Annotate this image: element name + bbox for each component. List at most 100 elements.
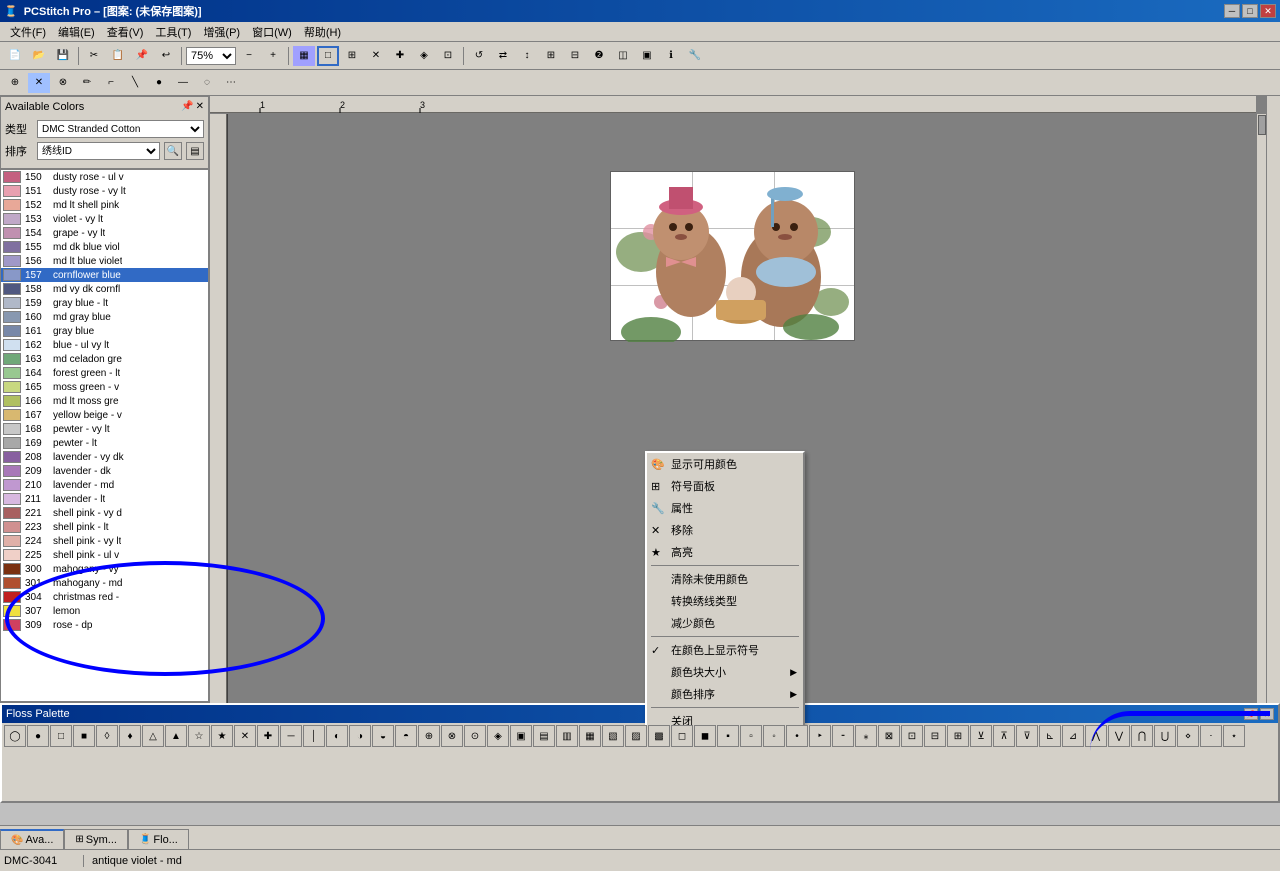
- color-list-item[interactable]: 158 md vy dk cornfl: [1, 282, 208, 296]
- tab-available[interactable]: 🎨 Ava...: [0, 829, 64, 849]
- color-list-item[interactable]: 225 shell pink - ul v: [1, 548, 208, 562]
- menu-help[interactable]: 帮助(H): [298, 22, 347, 42]
- floss-symbol-button[interactable]: ▪: [717, 725, 739, 747]
- color-list-item[interactable]: 307 lemon: [1, 604, 208, 618]
- floss-symbol-button[interactable]: ⊠: [878, 725, 900, 747]
- floss-symbol-button[interactable]: ⊗: [441, 725, 463, 747]
- ctx-highlight[interactable]: ★ 高亮: [647, 541, 803, 563]
- ctx-remove[interactable]: ✕ 移除: [647, 519, 803, 541]
- color-list-item[interactable]: 159 gray blue - lt: [1, 296, 208, 310]
- floss-close-button[interactable]: ✕: [1260, 708, 1274, 720]
- tool17[interactable]: 🔧: [684, 46, 706, 66]
- zoom-out-button[interactable]: −: [238, 46, 260, 66]
- tab-symbols[interactable]: ⊞ Sym...: [64, 829, 128, 849]
- order-select[interactable]: 绣线ID: [37, 142, 160, 160]
- floss-pin-button[interactable]: 📌: [1244, 708, 1258, 720]
- tool10[interactable]: ↕: [516, 46, 538, 66]
- tool9[interactable]: ⇄: [492, 46, 514, 66]
- tool13[interactable]: ❷: [588, 46, 610, 66]
- ctx-properties[interactable]: 🔧 属性: [647, 497, 803, 519]
- tool15[interactable]: ▣: [636, 46, 658, 66]
- floss-symbol-button[interactable]: ◻: [671, 725, 693, 747]
- color-list-item[interactable]: 208 lavender - vy dk: [1, 450, 208, 464]
- color-list-item[interactable]: 155 md dk blue viol: [1, 240, 208, 254]
- zoom-in-button[interactable]: +: [262, 46, 284, 66]
- menu-view[interactable]: 查看(V): [101, 22, 150, 42]
- color-list-item[interactable]: 150 dusty rose - ul v: [1, 170, 208, 184]
- ctx-show-symbols[interactable]: ✓ 在颜色上显示符号: [647, 639, 803, 661]
- color-list-item[interactable]: 162 blue - ul vy lt: [1, 338, 208, 352]
- floss-symbol-button[interactable]: ◊: [96, 725, 118, 747]
- tab-floss[interactable]: 🧵 Flo...: [128, 829, 189, 849]
- draw-tool5[interactable]: ⌐: [100, 73, 122, 93]
- color-list-item[interactable]: 163 md celadon gre: [1, 352, 208, 366]
- floss-symbol-button[interactable]: │: [303, 725, 325, 747]
- floss-symbol-button[interactable]: ‣: [809, 725, 831, 747]
- floss-symbol-button[interactable]: ◈: [487, 725, 509, 747]
- floss-symbol-button[interactable]: ■: [73, 725, 95, 747]
- floss-symbol-button[interactable]: ▥: [556, 725, 578, 747]
- draw-tool10[interactable]: ⋯: [220, 73, 242, 93]
- options-button[interactable]: ▤: [186, 142, 204, 160]
- floss-symbol-button[interactable]: ⊞: [947, 725, 969, 747]
- color-list-item[interactable]: 210 lavender - md: [1, 478, 208, 492]
- floss-symbol-button[interactable]: ⊡: [901, 725, 923, 747]
- ctx-block-size[interactable]: 颜色块大小: [647, 661, 803, 683]
- floss-symbol-button[interactable]: ▦: [579, 725, 601, 747]
- canvas-area[interactable]: 1 2 3: [210, 96, 1266, 725]
- search-color-button[interactable]: 🔍: [164, 142, 182, 160]
- menu-edit[interactable]: 编辑(E): [52, 22, 101, 42]
- color-list-item[interactable]: 209 lavender - dk: [1, 464, 208, 478]
- floss-symbol-button[interactable]: ♦: [119, 725, 141, 747]
- draw-tool6[interactable]: ╲: [124, 73, 146, 93]
- floss-symbol-button[interactable]: ⋀: [1085, 725, 1107, 747]
- floss-symbol-button[interactable]: ⊿: [1062, 725, 1084, 747]
- color-list-item[interactable]: 161 gray blue: [1, 324, 208, 338]
- floss-symbol-button[interactable]: ⁃: [832, 725, 854, 747]
- color-list-item[interactable]: 309 rose - dp: [1, 618, 208, 632]
- floss-symbol-button[interactable]: ⋅: [1200, 725, 1222, 747]
- floss-symbol-button[interactable]: •: [786, 725, 808, 747]
- select-button[interactable]: □: [317, 46, 339, 66]
- color-list-item[interactable]: 165 moss green - v: [1, 380, 208, 394]
- floss-symbol-button[interactable]: ⋄: [1177, 725, 1199, 747]
- floss-symbol-button[interactable]: ⁎: [855, 725, 877, 747]
- tool8[interactable]: ↺: [468, 46, 490, 66]
- color-list-item[interactable]: 151 dusty rose - vy lt: [1, 184, 208, 198]
- ctx-color-sort[interactable]: 颜色排序: [647, 683, 803, 705]
- type-select[interactable]: DMC Stranded Cotton: [37, 120, 204, 138]
- color-list-item[interactable]: 223 shell pink - lt: [1, 520, 208, 534]
- copy-button[interactable]: 📋: [107, 46, 129, 66]
- floss-symbol-button[interactable]: △: [142, 725, 164, 747]
- floss-symbol-button[interactable]: ☆: [188, 725, 210, 747]
- color-list-item[interactable]: 153 violet - vy lt: [1, 212, 208, 226]
- tool11[interactable]: ⊞: [540, 46, 562, 66]
- color-list-item[interactable]: 304 christmas red -: [1, 590, 208, 604]
- floss-symbol-button[interactable]: ◑: [349, 725, 371, 747]
- tool12[interactable]: ⊟: [564, 46, 586, 66]
- floss-symbol-button[interactable]: ▨: [625, 725, 647, 747]
- minimize-button[interactable]: ─: [1224, 4, 1240, 18]
- color-list-item[interactable]: 300 mahogany - vy: [1, 562, 208, 576]
- floss-symbol-button[interactable]: ◯: [4, 725, 26, 747]
- floss-symbol-button[interactable]: ✕: [234, 725, 256, 747]
- menu-enhance[interactable]: 增强(P): [197, 22, 246, 42]
- color-list-item[interactable]: 156 md lt blue violet: [1, 254, 208, 268]
- floss-symbol-button[interactable]: ⊼: [993, 725, 1015, 747]
- floss-symbol-button[interactable]: ▲: [165, 725, 187, 747]
- floss-symbol-button[interactable]: ▩: [648, 725, 670, 747]
- close-panel-icon[interactable]: ✕: [196, 101, 204, 112]
- draw-tool3[interactable]: ⊗: [52, 73, 74, 93]
- floss-symbol-button[interactable]: ▫: [740, 725, 762, 747]
- ctx-convert-type[interactable]: 转换绣线类型: [647, 590, 803, 612]
- floss-symbol-button[interactable]: ─: [280, 725, 302, 747]
- floss-symbol-button[interactable]: ⋃: [1154, 725, 1176, 747]
- maximize-button[interactable]: □: [1242, 4, 1258, 18]
- draw-tool7[interactable]: ●: [148, 73, 170, 93]
- draw-tool4[interactable]: ✏: [76, 73, 98, 93]
- draw-tool2[interactable]: ✕: [28, 73, 50, 93]
- ctx-clear-unused[interactable]: 清除未使用颜色: [647, 568, 803, 590]
- ctx-close[interactable]: 关闭: [647, 710, 803, 725]
- menu-file[interactable]: 文件(F): [4, 22, 52, 42]
- floss-symbol-button[interactable]: ⋂: [1131, 725, 1153, 747]
